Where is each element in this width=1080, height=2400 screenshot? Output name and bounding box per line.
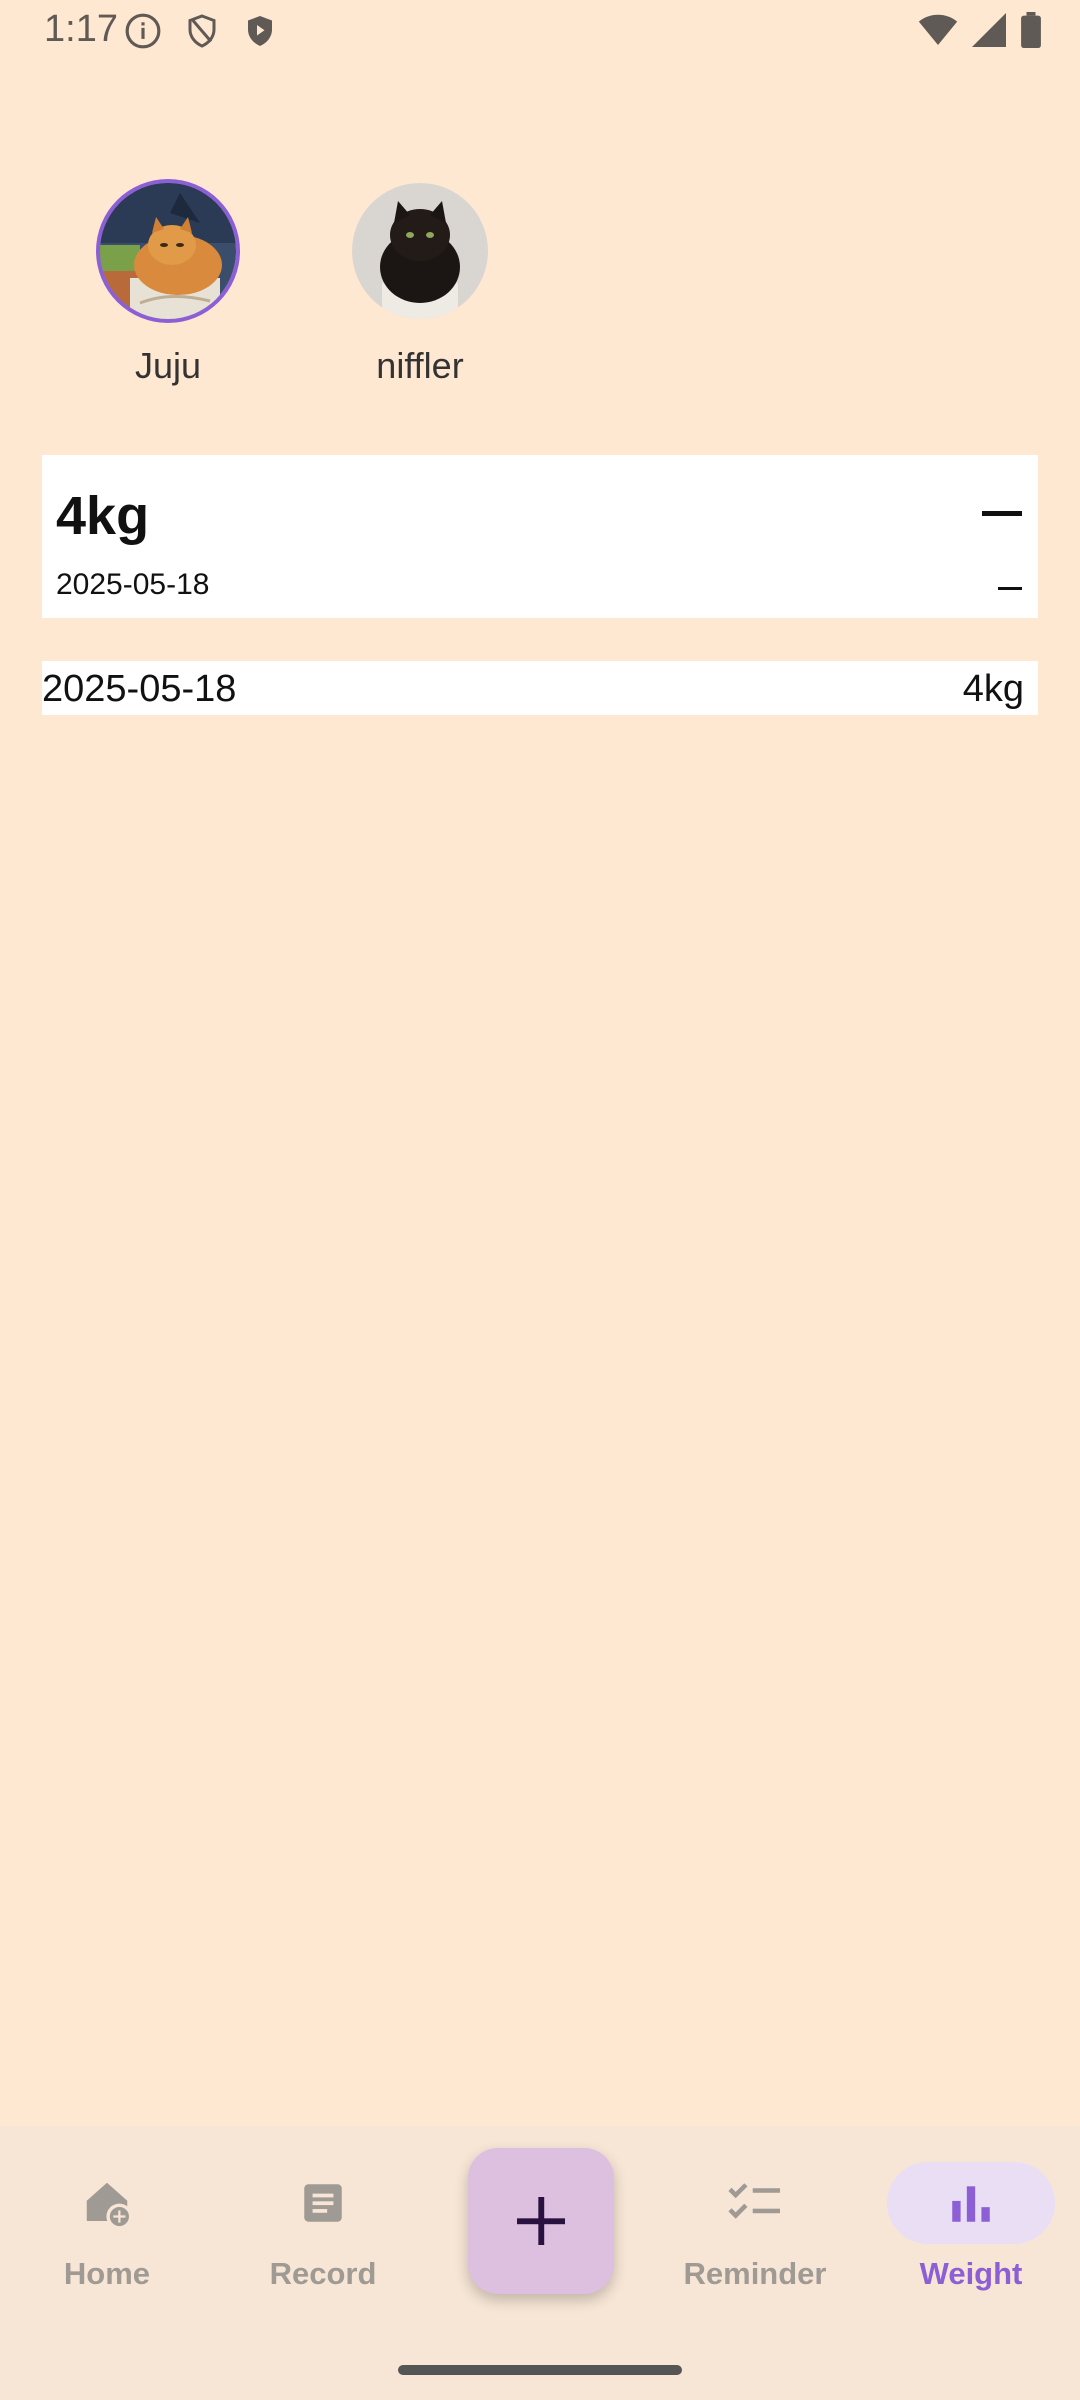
nav-item-weight[interactable]: Weight xyxy=(876,2160,1066,2292)
active-indicator xyxy=(887,2162,1055,2244)
signal-icon xyxy=(972,13,1006,47)
status-right-icons xyxy=(918,12,1042,48)
info-icon xyxy=(125,13,161,49)
nav-label-record: Record xyxy=(269,2256,377,2291)
weight-change-indicator xyxy=(982,511,1022,516)
latest-weight: 4kg xyxy=(56,486,150,546)
latest-weight-date: 2025-05-18 xyxy=(56,568,210,601)
nav-label-home: Home xyxy=(63,2256,151,2291)
weight-summary-card: 4kg 2025-05-18 xyxy=(42,455,1038,618)
status-time: 1:17 xyxy=(44,8,118,50)
pet-avatar-niffler[interactable] xyxy=(352,183,488,319)
shield-outline-icon xyxy=(188,14,216,48)
record-date: 2025-05-18 xyxy=(42,668,237,710)
black-cat-photo-icon xyxy=(352,183,488,319)
pet-item-juju[interactable]: Juju xyxy=(88,183,248,387)
nav-label-weight: Weight xyxy=(919,2256,1023,2291)
pet-item-niffler[interactable]: niffler xyxy=(340,183,500,387)
pet-name-niffler: niffler xyxy=(376,345,464,386)
status-bar: 1:17 xyxy=(0,0,1080,64)
battery-icon xyxy=(1021,12,1041,48)
shield-filled-icon xyxy=(248,16,272,46)
document-icon xyxy=(304,2184,342,2222)
checklist-icon xyxy=(728,2183,780,2219)
orange-cat-photo-icon xyxy=(100,183,236,319)
nav-item-record[interactable]: Record xyxy=(228,2160,418,2292)
nav-label-reminder: Reminder xyxy=(683,2256,827,2291)
nav-item-reminder[interactable]: Reminder xyxy=(660,2160,850,2292)
weight-change-indicator-small xyxy=(998,587,1022,590)
status-left-icons xyxy=(124,12,278,50)
pet-name-juju: Juju xyxy=(134,345,202,386)
plus-icon xyxy=(517,2197,565,2245)
nav-item-home[interactable]: Home xyxy=(12,2160,202,2292)
bar-chart-icon xyxy=(952,2186,990,2222)
add-fab-button[interactable] xyxy=(468,2148,614,2294)
record-weight: 4kg xyxy=(962,668,1024,710)
gesture-home-indicator[interactable] xyxy=(398,2365,682,2375)
pet-avatar-juju[interactable] xyxy=(100,183,236,319)
home-add-icon xyxy=(86,2182,133,2230)
wifi-icon xyxy=(918,14,958,45)
weight-record-row[interactable]: 2025-05-18 4kg xyxy=(42,661,1038,715)
